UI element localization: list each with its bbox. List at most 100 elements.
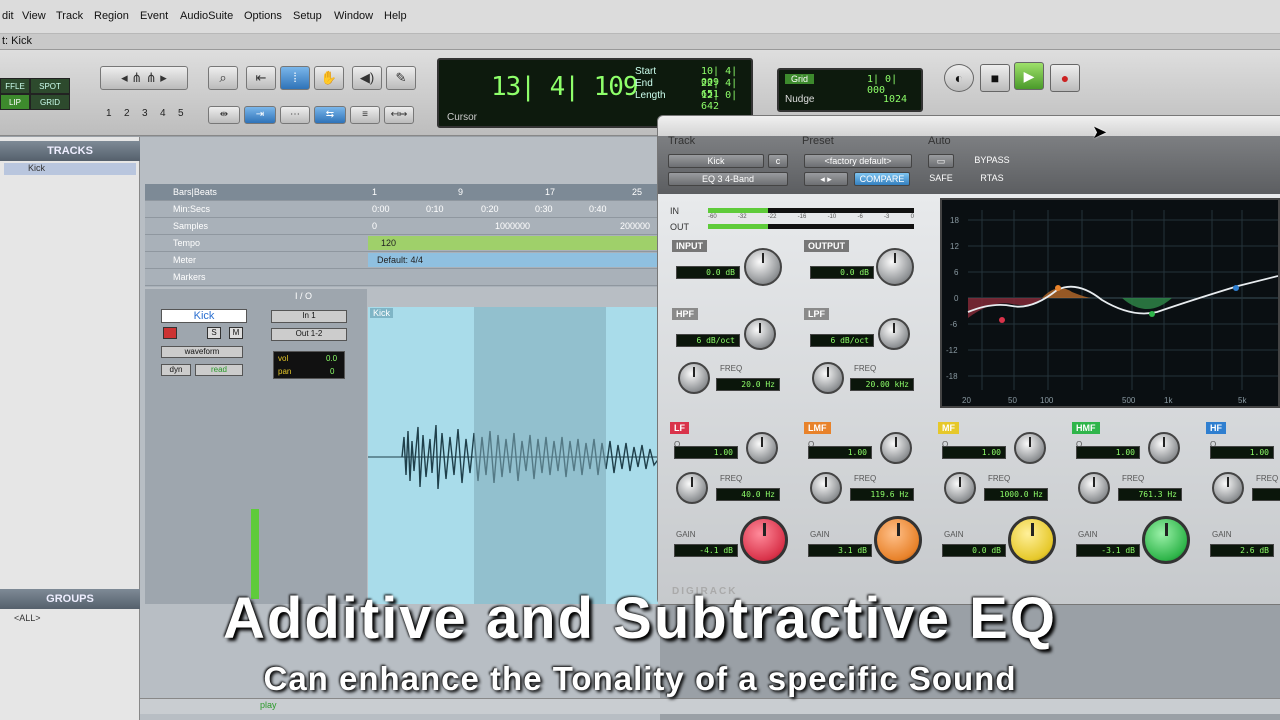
selector-tool-icon[interactable]: ⁞ — [280, 66, 310, 90]
menu-setup[interactable]: Setup — [293, 10, 322, 22]
spot-mode-button[interactable]: SPOT — [30, 78, 70, 94]
hf-freq-value[interactable]: 3 — [1252, 488, 1280, 501]
nav-arrows-icon[interactable]: ↤↦ — [384, 106, 414, 124]
hmf-q-knob[interactable] — [1148, 432, 1180, 464]
tab-to-transient-icon[interactable]: ⇆ — [314, 106, 346, 124]
hmf-gain-value[interactable]: -3.1 dB — [1076, 544, 1140, 557]
input-gain-value[interactable]: 0.0 dB — [676, 266, 740, 279]
lf-q-knob[interactable] — [746, 432, 778, 464]
hpf-slope-value[interactable]: 6 dB/oct — [676, 334, 740, 347]
hf-freq-knob[interactable] — [1212, 472, 1244, 504]
hf-gain-value[interactable]: 2.6 dB — [1210, 544, 1274, 557]
metronome-icon[interactable]: ◐ — [944, 64, 974, 92]
hf-q-value[interactable]: 1.00 — [1210, 446, 1274, 459]
lf-freq-knob[interactable] — [676, 472, 708, 504]
grid-mode-button[interactable]: GRID — [30, 94, 70, 110]
hmf-gain-knob[interactable] — [1142, 516, 1190, 564]
menu-region[interactable]: Region — [94, 10, 129, 22]
lmf-gain-knob[interactable] — [874, 516, 922, 564]
preset-nav-icon[interactable]: ◂ ▸ — [804, 172, 848, 186]
zoom-waveform-icon[interactable]: ◂ ⋔ ⋔ ▸ — [100, 66, 188, 90]
lf-gain-value[interactable]: -4.1 dB — [674, 544, 738, 557]
mf-freq-value[interactable]: 1000.0 Hz — [984, 488, 1048, 501]
nudge-value[interactable]: 1024 — [883, 94, 907, 105]
tracks-list-item[interactable]: Kick — [4, 163, 136, 175]
zoom-preset-1[interactable]: 1 — [106, 108, 112, 119]
grid-label[interactable]: Grid — [785, 74, 815, 84]
nudge-label[interactable]: Nudge — [785, 94, 814, 105]
markers-ruler[interactable]: Markers — [145, 269, 660, 286]
lf-handle[interactable] — [999, 317, 1005, 323]
bars-beats-ruler[interactable]: Bars|Beats 1 9 17 25 — [145, 184, 660, 201]
hpf-freq-value[interactable]: 20.0 Hz — [716, 378, 780, 391]
hmf-freq-value[interactable]: 761.3 Hz — [1118, 488, 1182, 501]
track-channel-select[interactable]: c — [768, 154, 788, 168]
plugin-title-bar[interactable] — [658, 116, 1280, 136]
menu-help[interactable]: Help — [384, 10, 407, 22]
lmf-freq-value[interactable]: 119.6 Hz — [850, 488, 914, 501]
safe-button[interactable]: SAFE — [928, 172, 954, 186]
hmf-handle[interactable] — [1149, 311, 1155, 317]
solo-button[interactable]: S — [207, 327, 221, 339]
bottom-scrollbar[interactable] — [140, 698, 1280, 714]
meter-value[interactable]: Default: 4/4 — [377, 255, 423, 265]
hmf-q-value[interactable]: 1.00 — [1076, 446, 1140, 459]
slip-mode-button[interactable]: LIP — [0, 94, 30, 110]
menu-window[interactable]: Window — [334, 10, 373, 22]
input-select[interactable]: In 1 — [271, 310, 347, 323]
preset-select[interactable]: <factory default> — [804, 154, 912, 168]
min-secs-ruler[interactable]: Min:Secs 0:00 0:10 0:20 0:30 0:40 — [145, 201, 660, 218]
zoomer-tool-icon[interactable]: ⌕ — [208, 66, 238, 90]
zoom-preset-3[interactable]: 3 — [142, 108, 148, 119]
lmf-handle[interactable] — [1055, 285, 1061, 291]
lf-freq-value[interactable]: 40.0 Hz — [716, 488, 780, 501]
menu-event[interactable]: Event — [140, 10, 168, 22]
lmf-q-knob[interactable] — [880, 432, 912, 464]
compare-button[interactable]: COMPARE — [854, 172, 910, 186]
hpf-freq-knob[interactable] — [678, 362, 710, 394]
pencil-tool-icon[interactable]: ✎ — [386, 66, 416, 90]
output-select[interactable]: Out 1-2 — [271, 328, 347, 341]
tempo-value[interactable]: 120 — [381, 238, 396, 248]
zoom-preset-2[interactable]: 2 — [124, 108, 130, 119]
length-value[interactable]: 12| 0| 642 — [701, 90, 751, 112]
lf-q-value[interactable]: 1.00 — [674, 446, 738, 459]
mf-gain-knob[interactable] — [1008, 516, 1056, 564]
tempo-ruler[interactable]: Tempo 120 — [145, 235, 660, 252]
lpf-freq-knob[interactable] — [812, 362, 844, 394]
lmf-gain-value[interactable]: 3.1 dB — [808, 544, 872, 557]
region-selection[interactable] — [474, 307, 606, 604]
track-select[interactable]: Kick — [668, 154, 764, 168]
bypass-button[interactable]: BYPASS — [964, 154, 1020, 168]
lpf-freq-value[interactable]: 20.00 kHz — [850, 378, 914, 391]
menu-track[interactable]: Track — [56, 10, 83, 22]
scrubber-tool-icon[interactable]: ◀) — [352, 66, 382, 90]
hf-handle[interactable] — [1233, 285, 1239, 291]
lmf-freq-knob[interactable] — [810, 472, 842, 504]
play-icon[interactable]: ▶ — [1014, 62, 1044, 90]
output-gain-knob[interactable] — [876, 248, 914, 286]
shuffle-mode-button[interactable]: FFLE — [0, 78, 30, 94]
mute-button[interactable]: M — [229, 327, 243, 339]
vol-pan-display[interactable]: vol 0.0 pan 0 — [273, 351, 345, 379]
menu-audiosuite[interactable]: AudioSuite — [180, 10, 233, 22]
meter-ruler[interactable]: Meter Default: 4/4 — [145, 252, 660, 269]
eq-curve-graph[interactable]: 18 12 6 0 -6 -12 -18 20 50 100 500 1k 5k — [940, 198, 1280, 408]
trim-tool-icon[interactable]: ⇤ — [246, 66, 276, 90]
input-gain-knob[interactable] — [744, 248, 782, 286]
grid-value[interactable]: 1| 0| 000 — [867, 74, 921, 96]
mf-gain-value[interactable]: 0.0 dB — [942, 544, 1006, 557]
samples-ruler[interactable]: Samples 0 1000000 200000 — [145, 218, 660, 235]
record-icon[interactable]: ● — [1050, 64, 1080, 92]
track-name[interactable]: Kick — [161, 309, 247, 323]
lpf-slope-value[interactable]: 6 dB/oct — [810, 334, 874, 347]
link-timeline-icon[interactable]: ⇹ — [208, 106, 240, 124]
lmf-q-value[interactable]: 1.00 — [808, 446, 872, 459]
grabber-tool-icon[interactable]: ✋ — [314, 66, 344, 90]
insertion-follows-icon[interactable]: ⋯ — [280, 106, 310, 124]
plugin-select[interactable]: EQ 3 4-Band — [668, 172, 788, 186]
mirror-edit-icon[interactable]: ≡ — [350, 106, 380, 124]
dyn-button[interactable]: dyn — [161, 364, 191, 376]
menu-edit[interactable]: dit — [2, 10, 14, 22]
hmf-freq-knob[interactable] — [1078, 472, 1110, 504]
